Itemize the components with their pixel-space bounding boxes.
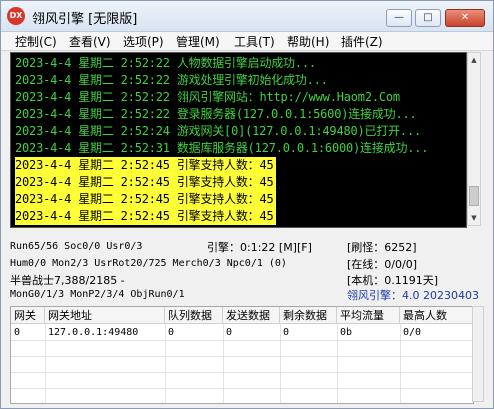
scroll-up-arrow-icon[interactable]: ▲	[468, 53, 480, 67]
minimize-button[interactable]: —	[386, 9, 412, 27]
cell-gateway[interactable]: 0	[11, 325, 20, 340]
gateway-table: 网关 网关地址 队列数据 发送数据 剩余数据 平均流量 最高人数 0 127.0…	[10, 306, 474, 404]
version-label: 翎风引擎：4.0 20230403	[347, 289, 479, 302]
column-header[interactable]: 网关地址	[45, 307, 165, 324]
column-header[interactable]: 最高人数	[400, 307, 473, 324]
app-logo-icon: DX	[7, 7, 25, 25]
grid-divider	[11, 372, 473, 373]
window-title: 翎风引擎 [无限版]	[32, 12, 138, 27]
grid-divider	[11, 356, 473, 357]
title-bar: DX 翎风引擎 [无限版] — □ ✕	[1, 1, 493, 32]
maximize-button[interactable]: □	[415, 9, 441, 27]
status-refresh: [刷怪：6252]	[347, 241, 417, 254]
cell-avg-traffic[interactable]: 0b	[337, 325, 352, 340]
status-hum: Hum0/0 Mon2/3 UsrRot20/725 Merch0/3 Npc0…	[10, 258, 287, 269]
log-line-highlight: 2023-4-4 星期二 2:52:45 引擎支持人数：45	[15, 157, 276, 174]
status-engine-time: 引擎：0:1:22 [M][F]	[207, 241, 312, 254]
cell-remaining[interactable]: 0	[280, 325, 289, 340]
cell-queue[interactable]: 0	[165, 325, 174, 340]
cell-address[interactable]: 127.0.0.1:49480	[45, 325, 138, 340]
menu-view[interactable]: 查看(V)	[69, 33, 111, 50]
log-line: 2023-4-4 星期二 2:52:22 登录服务器(127.0.0.1:560…	[15, 107, 417, 121]
close-button[interactable]: ✕	[445, 9, 485, 27]
column-header[interactable]: 平均流量	[337, 307, 400, 324]
column-header[interactable]: 队列数据	[165, 307, 223, 324]
scroll-thumb[interactable]	[469, 186, 479, 206]
log-line-highlight: 2023-4-4 星期二 2:52:45 引擎支持人数：45	[15, 191, 276, 208]
log-line: 2023-4-4 星期二 2:52:22 游戏处理引擎初始化成功...	[15, 73, 328, 87]
grid-divider	[11, 388, 473, 389]
cell-max-users[interactable]: 0/0	[400, 325, 421, 340]
table-scrollbar[interactable]	[472, 306, 484, 402]
column-header[interactable]: 发送数据	[223, 307, 280, 324]
column-header[interactable]: 网关	[11, 307, 45, 324]
log-line: 2023-4-4 星期二 2:52:31 数据库服务器(127.0.0.1:60…	[15, 141, 429, 155]
status-local: [本机：0.1191天]	[347, 274, 439, 287]
log-console[interactable]: 2023-4-4 星期二 2:52:22 人物数据引擎启动成功... 2023-…	[10, 52, 467, 228]
log-line: 2023-4-4 星期二 2:52:22 翎风引擎网站：http://www.H…	[15, 90, 400, 104]
cell-sent[interactable]: 0	[223, 325, 232, 340]
menu-bar: 控制(C) 查看(V) 选项(P) 管理(M) 工具(T) 帮助(H) 插件(Z…	[1, 32, 493, 51]
status-npc-info: 半兽战士7,388/2185 -	[10, 274, 125, 287]
menu-help[interactable]: 帮助(H)	[287, 33, 329, 50]
status-run: Run65/56 Soc0/0 Usr0/3	[10, 241, 143, 252]
menu-manage[interactable]: 管理(M)	[176, 33, 220, 50]
menu-tools[interactable]: 工具(T)	[234, 33, 275, 50]
status-online: [在线：0/0/0]	[347, 258, 417, 271]
menu-plugins[interactable]: 插件(Z)	[341, 33, 383, 50]
log-line-highlight: 2023-4-4 星期二 2:52:45 引擎支持人数：45	[15, 174, 276, 191]
log-line-highlight: 2023-4-4 星期二 2:52:45 引擎支持人数：45	[15, 208, 276, 225]
grid-divider	[11, 340, 473, 341]
log-line: 2023-4-4 星期二 2:52:22 人物数据引擎启动成功...	[15, 56, 316, 70]
console-scrollbar[interactable]: ▲ ▼	[467, 52, 481, 226]
log-line: 2023-4-4 星期二 2:52:24 游戏网关[0](127.0.0.1:4…	[15, 124, 422, 138]
menu-control[interactable]: 控制(C)	[15, 33, 57, 50]
scroll-down-arrow-icon[interactable]: ▼	[468, 211, 480, 225]
column-header[interactable]: 剩余数据	[280, 307, 337, 324]
menu-options[interactable]: 选项(P)	[123, 33, 164, 50]
status-mongo: MonG0/1/3 MonP2/3/4 ObjRun0/1	[10, 289, 185, 300]
